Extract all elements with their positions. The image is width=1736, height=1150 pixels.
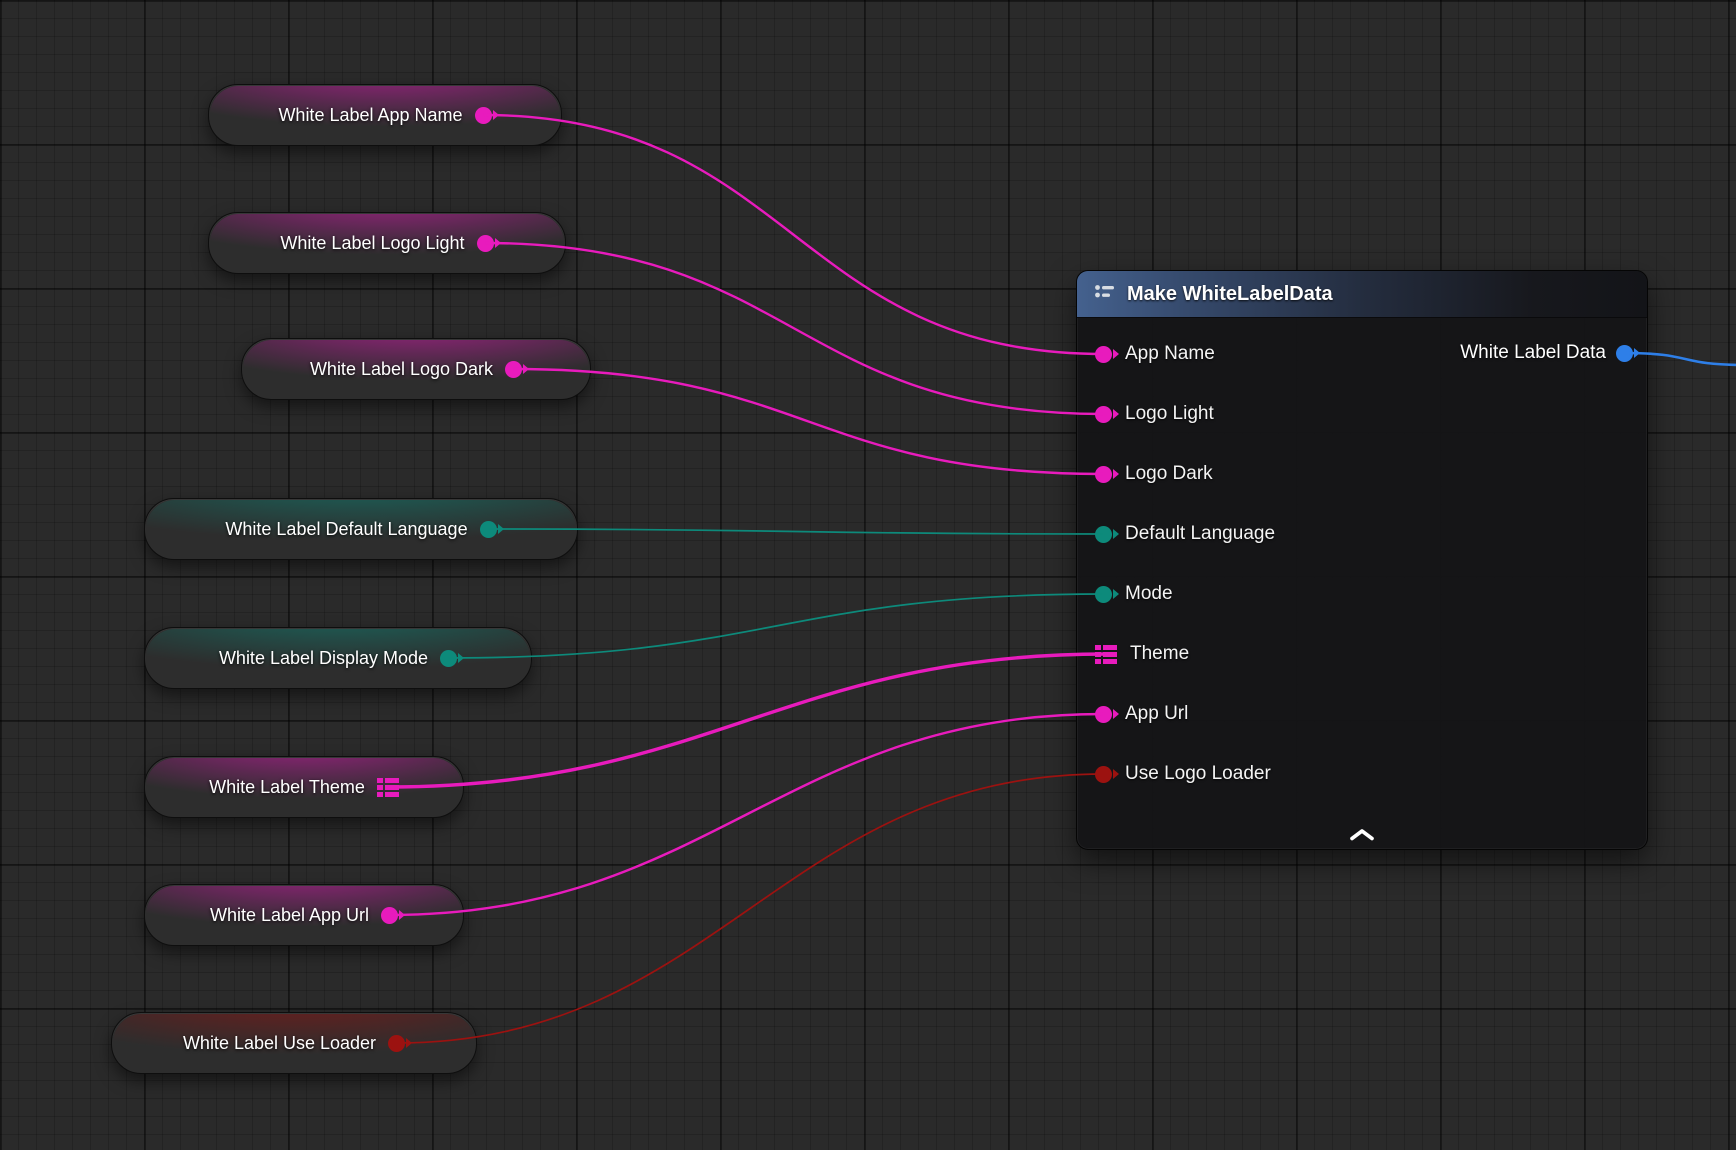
variable-getter-white-label-display-mode[interactable]: White Label Display Mode <box>144 627 532 689</box>
variable-label: White Label Logo Light <box>280 233 464 254</box>
variable-label: White Label Default Language <box>225 519 467 540</box>
variable-getter-white-label-logo-dark[interactable]: White Label Logo Dark <box>241 338 591 400</box>
pin-label: App Url <box>1125 703 1188 725</box>
make-whitelabeldata-node[interactable]: Make WhiteLabelData App Name Logo Light … <box>1076 270 1648 850</box>
struct-grid-pin-theme[interactable] <box>377 778 399 797</box>
graph-canvas[interactable]: White Label App Name White Label Logo Li… <box>0 0 1736 1150</box>
pin-row-mode: Mode <box>1077 564 1647 624</box>
variable-label: White Label Logo Dark <box>310 359 493 380</box>
node-title: Make WhiteLabelData <box>1127 283 1333 306</box>
output-row-white-label-data: White Label Data <box>1460 323 1633 383</box>
pin-label: Default Language <box>1125 523 1275 545</box>
pin-label: Mode <box>1125 583 1173 605</box>
variable-getter-white-label-app-name[interactable]: White Label App Name <box>208 84 562 146</box>
output-pin-logo-dark[interactable] <box>505 361 522 378</box>
pin-label: Logo Dark <box>1125 463 1213 485</box>
pin-label: White Label Data <box>1460 342 1606 364</box>
input-pin-app-name[interactable] <box>1095 346 1112 363</box>
output-pin-use-loader[interactable] <box>388 1035 405 1052</box>
input-pin-mode[interactable] <box>1095 586 1112 603</box>
variable-getter-white-label-app-url[interactable]: White Label App Url <box>144 884 464 946</box>
variable-label: White Label App Url <box>210 905 369 926</box>
input-pin-default-language[interactable] <box>1095 526 1112 543</box>
pin-label: App Name <box>1125 343 1215 365</box>
output-pin-default-language[interactable] <box>480 521 497 538</box>
variable-getter-white-label-logo-light[interactable]: White Label Logo Light <box>208 212 566 274</box>
variable-getter-white-label-default-language[interactable]: White Label Default Language <box>144 498 578 560</box>
wire-use-loader <box>397 774 1104 1043</box>
pin-label: Theme <box>1130 643 1189 665</box>
output-pin-logo-light[interactable] <box>477 235 494 252</box>
variable-label: White Label Use Loader <box>183 1033 376 1054</box>
output-pin-white-label-data[interactable] <box>1616 345 1633 362</box>
variable-label: White Label Theme <box>209 777 365 798</box>
output-pin-app-url[interactable] <box>381 907 398 924</box>
output-pin-app-name[interactable] <box>475 107 492 124</box>
variable-getter-white-label-theme[interactable]: White Label Theme <box>144 756 464 818</box>
input-pin-use-logo-loader[interactable] <box>1095 766 1112 783</box>
wire-app-name <box>483 115 1103 354</box>
struct-grid-pin-input-theme[interactable] <box>1095 645 1117 664</box>
wire-logo-dark <box>514 369 1104 474</box>
pin-row-theme: Theme <box>1077 624 1647 684</box>
collapse-chevron-icon[interactable] <box>1348 828 1376 841</box>
pin-row-use-logo-loader: Use Logo Loader <box>1077 744 1647 804</box>
variable-label: White Label App Name <box>278 105 462 126</box>
wire-app-url <box>390 714 1104 915</box>
wire-default-language <box>488 529 1103 534</box>
input-pin-list: App Name Logo Light Logo Dark Default La… <box>1077 318 1647 804</box>
variable-label: White Label Display Mode <box>219 648 428 669</box>
pin-row-logo-dark: Logo Dark <box>1077 444 1647 504</box>
output-pin-display-mode[interactable] <box>440 650 457 667</box>
pin-label: Logo Light <box>1125 403 1214 425</box>
node-header[interactable]: Make WhiteLabelData <box>1077 271 1647 318</box>
pin-label: Use Logo Loader <box>1125 763 1271 785</box>
pin-row-logo-light: Logo Light <box>1077 384 1647 444</box>
wire-display-mode <box>449 594 1104 658</box>
pin-row-default-language: Default Language <box>1077 504 1647 564</box>
input-pin-logo-light[interactable] <box>1095 406 1112 423</box>
variable-getter-white-label-use-loader[interactable]: White Label Use Loader <box>111 1012 477 1074</box>
make-struct-icon <box>1093 283 1117 305</box>
input-pin-logo-dark[interactable] <box>1095 466 1112 483</box>
pin-row-app-url: App Url <box>1077 684 1647 744</box>
input-pin-app-url[interactable] <box>1095 706 1112 723</box>
